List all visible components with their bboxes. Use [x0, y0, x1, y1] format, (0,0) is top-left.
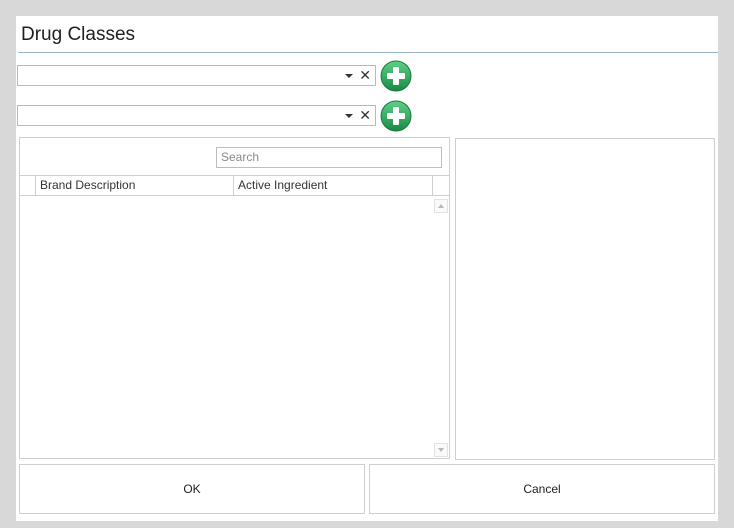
arrow-down-icon	[438, 448, 444, 452]
row-indicator-header	[20, 176, 36, 195]
grid-header: Brand Description Active Ingredient	[20, 175, 449, 196]
detail-panel	[455, 138, 715, 460]
dialog-title: Drug Classes	[21, 24, 136, 45]
add-button-1[interactable]	[380, 60, 412, 92]
plus-circle-icon	[380, 100, 412, 132]
column-header-active-ingredient[interactable]: Active Ingredient	[234, 176, 433, 195]
arrow-up-icon	[438, 204, 444, 208]
scroll-down-button[interactable]	[434, 443, 448, 457]
drug-grid-panel: Search Brand Description Active Ingredie…	[19, 137, 450, 459]
drug-class-combobox-2[interactable]: ✕	[17, 105, 376, 126]
title-divider	[18, 52, 718, 53]
drug-class-combobox-1[interactable]: ✕	[17, 65, 376, 86]
search-input[interactable]: Search	[216, 147, 442, 168]
drug-classes-dialog: Drug Classes ✕ ✕ Search Brand Descriptio…	[16, 16, 718, 521]
scroll-up-button[interactable]	[434, 199, 448, 213]
close-icon[interactable]: ✕	[359, 107, 371, 125]
ok-button[interactable]: OK	[19, 464, 365, 514]
column-header-brand-description[interactable]: Brand Description	[36, 176, 234, 195]
plus-circle-icon	[380, 60, 412, 92]
chevron-down-icon[interactable]	[345, 114, 353, 118]
cancel-button[interactable]: Cancel	[369, 464, 715, 514]
add-button-2[interactable]	[380, 100, 412, 132]
close-icon[interactable]: ✕	[359, 67, 371, 85]
chevron-down-icon[interactable]	[345, 74, 353, 78]
